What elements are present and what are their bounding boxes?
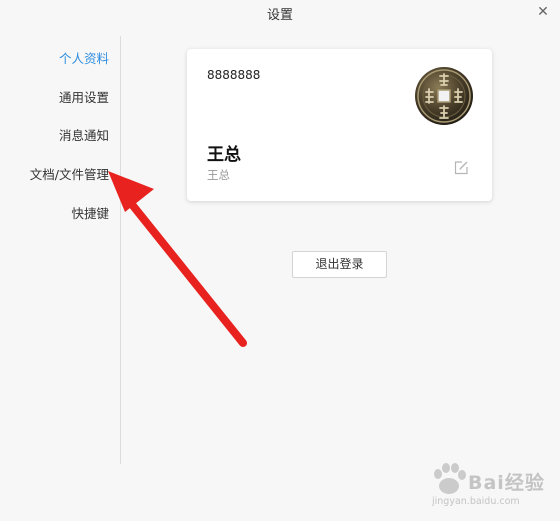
profile-card: 8888888 王总 王总 — [187, 49, 492, 201]
title-bar: 设置 ✕ — [0, 0, 560, 26]
watermark: Bai经验 jingyan.baidu.com — [428, 460, 554, 516]
logout-button[interactable]: 退出登录 — [292, 251, 387, 278]
sidebar-item-profile[interactable]: 个人资料 — [59, 48, 109, 67]
settings-sidebar: 个人资料 通用设置 消息通知 文档/文件管理 快捷键 — [0, 36, 121, 464]
watermark-url: jingyan.baidu.com — [432, 496, 520, 507]
paw-logo-icon — [434, 463, 466, 494]
sub-name: 王总 — [207, 168, 230, 182]
coin-avatar-icon[interactable] — [414, 66, 474, 126]
window-title: 设置 — [266, 8, 293, 23]
close-button[interactable]: ✕ — [534, 3, 552, 21]
watermark-text: Bai经验 — [468, 472, 545, 494]
sidebar-item-shortcuts[interactable]: 快捷键 — [71, 203, 109, 222]
display-name: 王总 — [207, 145, 241, 165]
sidebar-item-notifications[interactable]: 消息通知 — [59, 125, 109, 144]
edit-icon[interactable] — [453, 160, 469, 176]
sidebar-item-file-management[interactable]: 文档/文件管理 — [30, 164, 109, 183]
settings-window: 设置 ✕ 个人资料 通用设置 消息通知 文档/文件管理 快捷键 8888888 — [0, 0, 560, 521]
sidebar-item-general[interactable]: 通用设置 — [59, 87, 109, 106]
account-id: 8888888 — [207, 68, 261, 82]
